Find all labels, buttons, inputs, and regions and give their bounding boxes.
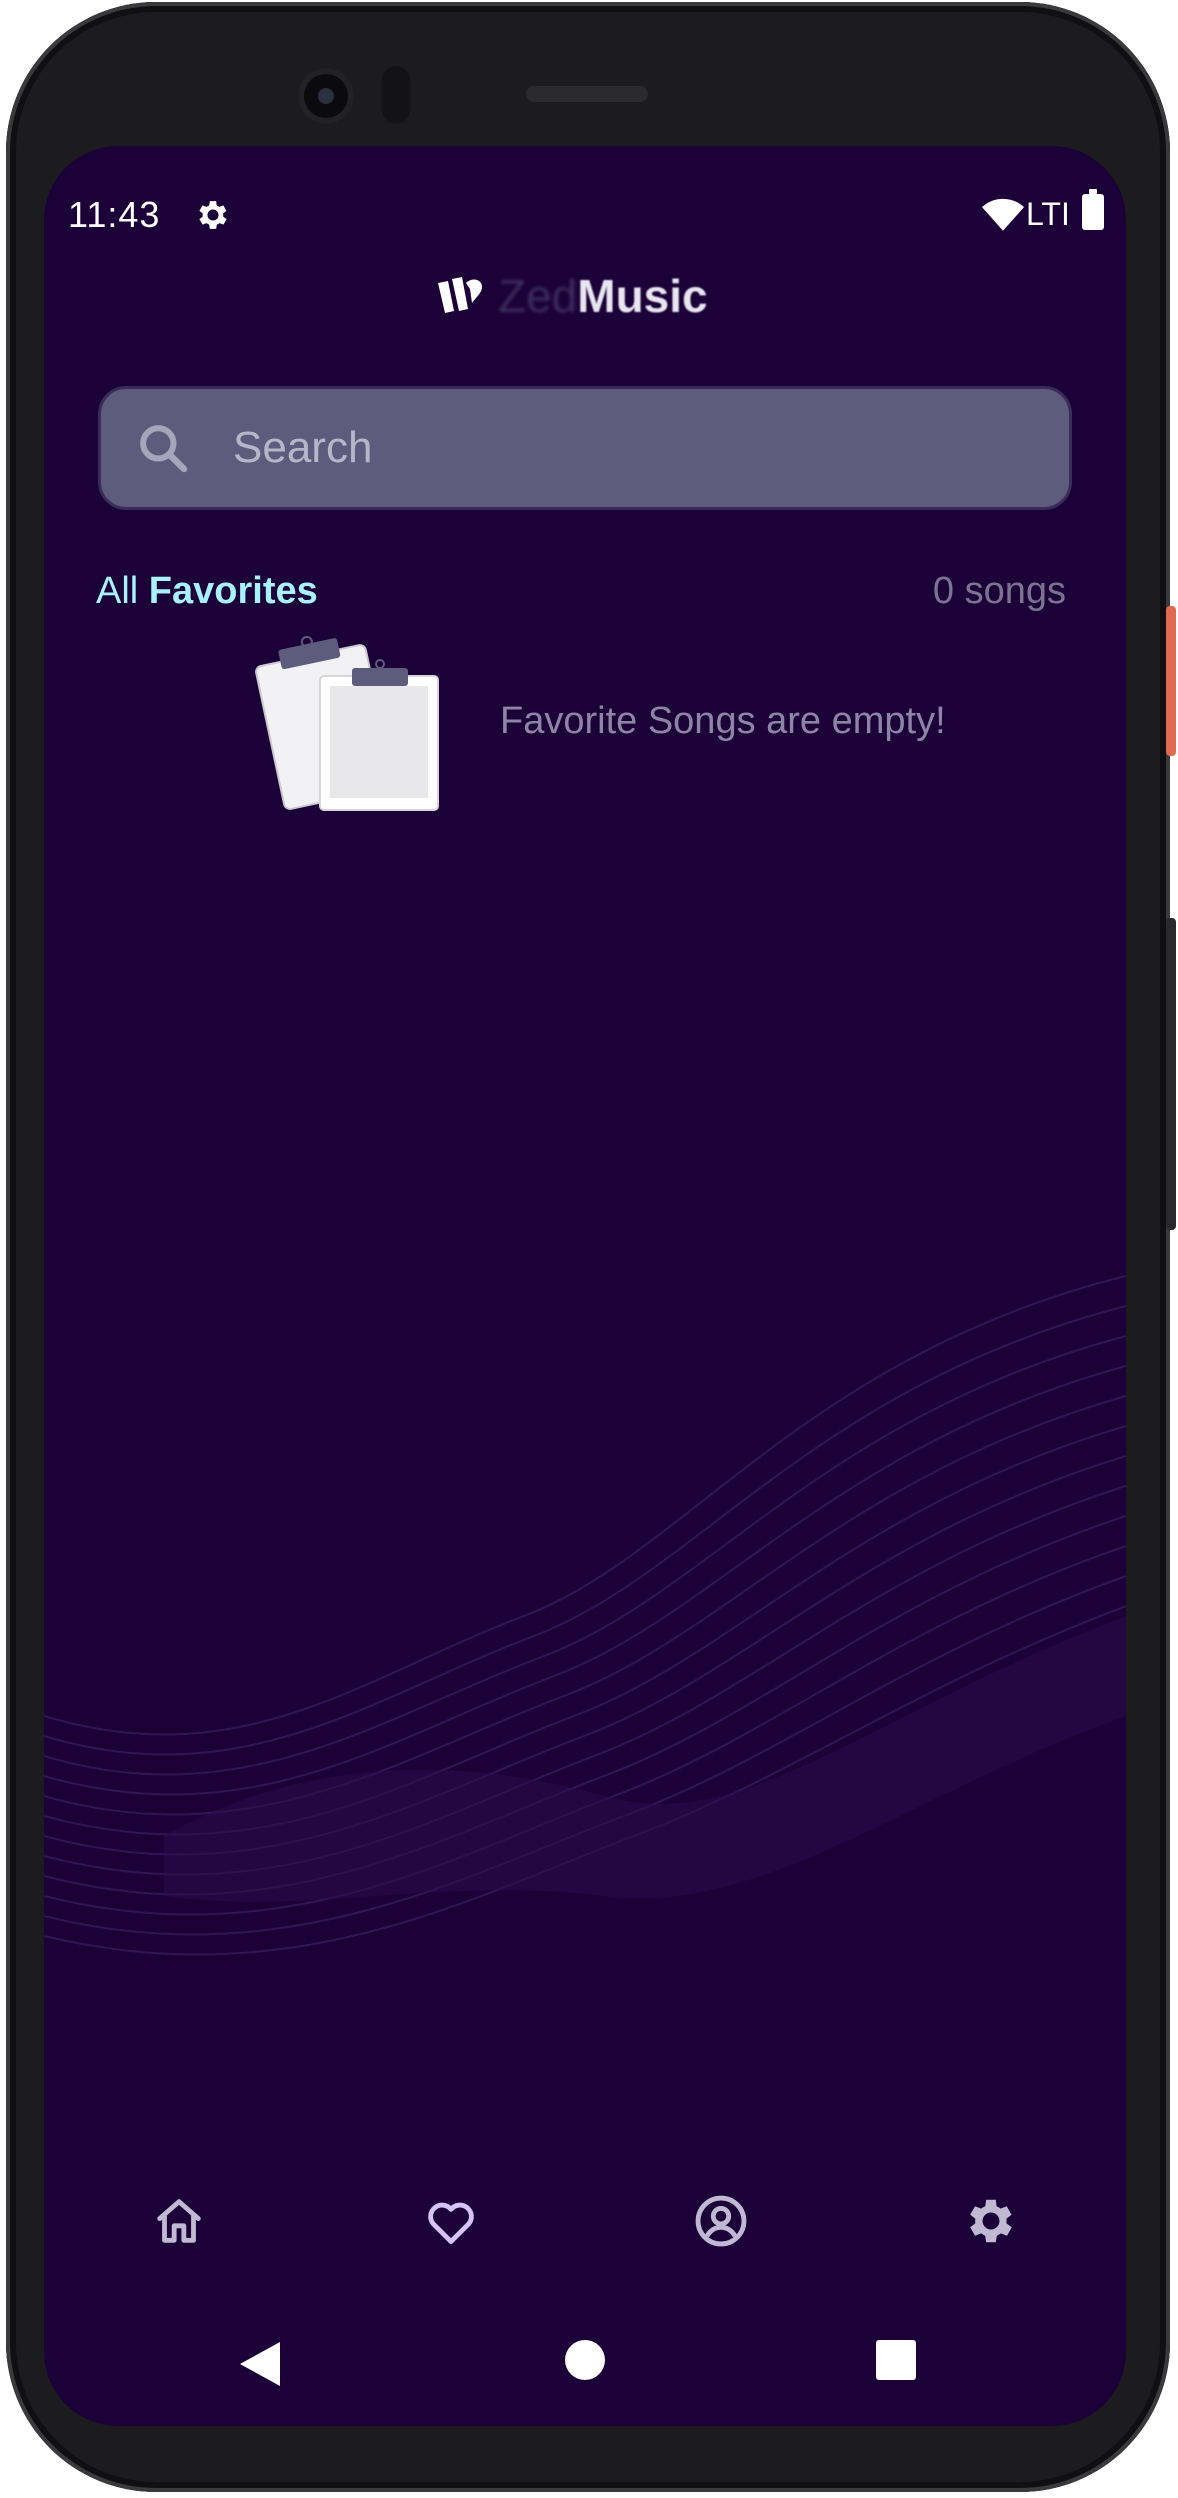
settings-icon bbox=[199, 201, 227, 229]
bottom-navigation bbox=[44, 2166, 1126, 2286]
earpiece-speaker bbox=[526, 86, 648, 102]
status-time: 11:43 bbox=[68, 194, 161, 235]
system-navigation bbox=[44, 2306, 1126, 2406]
nav-home[interactable] bbox=[124, 2166, 234, 2276]
search-icon bbox=[140, 425, 188, 473]
account-icon bbox=[695, 2195, 747, 2247]
volume-button bbox=[1166, 918, 1176, 1230]
nav-settings[interactable] bbox=[936, 2166, 1046, 2276]
song-count: 0 songs bbox=[932, 570, 1066, 612]
heading-favorites: Favorites bbox=[148, 570, 318, 612]
heart-icon bbox=[428, 2202, 474, 2244]
sensor-icon bbox=[382, 66, 410, 124]
logo-text-zed: Zed bbox=[498, 270, 578, 322]
home-icon bbox=[157, 2199, 201, 2243]
logo-mark-icon bbox=[438, 277, 482, 313]
battery-icon bbox=[1082, 189, 1104, 230]
back-icon[interactable] bbox=[240, 2342, 280, 2386]
app-logo: Zed Music bbox=[436, 264, 708, 328]
app-screen: 11:43 LTI Zed Music All Favorites 0 song… bbox=[44, 146, 1126, 2426]
search-input[interactable] bbox=[231, 422, 995, 474]
heading-prefix: All bbox=[96, 570, 139, 612]
signal-label: LTI bbox=[1026, 196, 1070, 232]
empty-message: Favorite Songs are empty! bbox=[500, 700, 946, 742]
camera-icon bbox=[298, 68, 354, 124]
logo-text-music: Music bbox=[577, 270, 708, 322]
settings-icon bbox=[970, 2199, 1012, 2243]
nav-profile[interactable] bbox=[666, 2166, 776, 2276]
recents-icon[interactable] bbox=[876, 2340, 916, 2380]
wifi-icon bbox=[982, 198, 1024, 231]
search-bar[interactable] bbox=[98, 386, 1072, 510]
background-wave-decoration bbox=[44, 1275, 1126, 1956]
section-heading: All Favorites bbox=[96, 570, 318, 613]
power-button bbox=[1166, 606, 1176, 756]
status-bar: 11:43 LTI bbox=[44, 146, 1126, 266]
empty-clipboards-icon bbox=[255, 635, 439, 811]
home-circle-icon[interactable] bbox=[565, 2340, 605, 2380]
nav-favorites[interactable] bbox=[396, 2166, 506, 2276]
